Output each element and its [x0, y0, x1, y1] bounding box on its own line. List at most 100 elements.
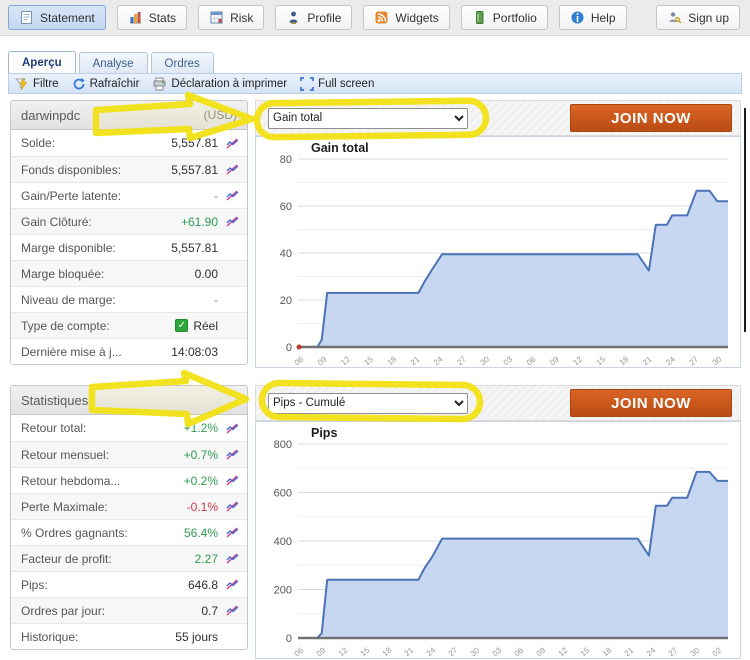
join-now-button-bottom[interactable]: JOIN NOW: [570, 389, 732, 417]
row-value: 5,557.81: [171, 136, 218, 150]
svg-text:30: 30: [469, 645, 482, 658]
sparkline-chart-icon[interactable]: [224, 475, 241, 486]
row-label: Marge disponible:: [21, 241, 171, 255]
panel-row: Facteur de profit:2.27: [11, 545, 247, 571]
refresh-button[interactable]: Rafraîchir: [72, 77, 140, 91]
pips-chart-metric-select[interactable]: Pips - Cumulé: [268, 393, 468, 414]
svg-text:12: 12: [571, 354, 584, 367]
filter-button[interactable]: Filtre: [15, 77, 59, 91]
svg-text:27: 27: [455, 354, 468, 367]
svg-text:02: 02: [711, 645, 724, 658]
tab-label: Ordres: [165, 58, 200, 70]
svg-text:24: 24: [664, 354, 677, 367]
tab-apercu[interactable]: Aperçu: [8, 51, 76, 74]
tab-analyse[interactable]: Analyse: [79, 52, 148, 74]
sparkline-chart-icon[interactable]: [224, 605, 241, 616]
svg-text:15: 15: [579, 645, 592, 658]
svg-text:24: 24: [425, 645, 438, 658]
nav-button-portfolio[interactable]: Portfolio: [461, 5, 548, 30]
row-value: +61.90: [181, 215, 218, 229]
svg-text:21: 21: [403, 645, 416, 658]
scrollbar[interactable]: [744, 108, 746, 332]
join-now-button-top[interactable]: JOIN NOW: [570, 104, 732, 132]
tool-label: Full screen: [318, 78, 374, 90]
account-currency: (USD): [204, 108, 237, 122]
tab-ordres[interactable]: Ordres: [151, 52, 214, 74]
sparkline-chart-icon[interactable]: [224, 579, 241, 590]
sparkline-chart-icon[interactable]: [224, 423, 241, 434]
signup-icon: [667, 10, 682, 25]
svg-text:21: 21: [623, 645, 636, 658]
statistics-panel-header: Statistiques: [11, 386, 247, 415]
nav-button-label: Help: [591, 11, 616, 25]
nav-button-help[interactable]: Help: [559, 5, 627, 30]
row-value: 14:08:03: [171, 345, 218, 359]
row-label: Historique:: [21, 630, 175, 644]
panel-row: Solde:5,557.81: [11, 130, 247, 156]
row-value: -0.1%: [187, 500, 218, 514]
row-label: Ordres par jour:: [21, 604, 201, 618]
pips-chart-section-header: Pips - Cumulé JOIN NOW: [255, 385, 741, 421]
svg-text:06: 06: [525, 354, 538, 367]
nav-button-stats[interactable]: Stats: [117, 5, 187, 30]
row-label: Perte Maximale:: [21, 500, 187, 514]
sparkline-chart-icon[interactable]: [224, 164, 241, 175]
gain-total-area-chart: 020406080Gain total060912151821242730030…: [256, 137, 740, 367]
row-value: Réel: [193, 319, 218, 333]
row-label: Dernière mise à j...: [21, 345, 171, 359]
panel-row: Marge bloquée:0.00: [11, 260, 247, 286]
sparkline-chart-icon[interactable]: [224, 527, 241, 538]
row-label: Marge bloquée:: [21, 267, 195, 281]
svg-text:30: 30: [711, 354, 724, 367]
nav-button-risk[interactable]: Risk: [198, 5, 264, 30]
sparkline-chart-icon[interactable]: [224, 216, 241, 227]
checked-checkbox-icon: ✓: [175, 319, 188, 332]
svg-text:20: 20: [280, 295, 292, 307]
row-label: Type de compte:: [21, 319, 175, 333]
svg-text:80: 80: [280, 154, 292, 166]
svg-text:24: 24: [432, 354, 445, 367]
svg-text:09: 09: [535, 645, 548, 658]
row-label: Facteur de profit:: [21, 552, 195, 566]
nav-button-label: Stats: [149, 11, 176, 25]
statistics-title: Statistiques: [21, 393, 88, 408]
panel-row: Pips:646.8: [11, 571, 247, 597]
tool-label: Rafraîchir: [90, 78, 140, 90]
svg-text:15: 15: [595, 354, 608, 367]
sparkline-chart-icon[interactable]: [224, 449, 241, 460]
nav-button-sign-up[interactable]: Sign up: [656, 5, 740, 30]
widgets-icon: [374, 10, 389, 25]
svg-text:200: 200: [274, 585, 292, 597]
sparkline-chart-icon[interactable]: [224, 138, 241, 149]
nav-button-widgets[interactable]: Widgets: [363, 5, 449, 30]
nav-button-label: Statement: [40, 11, 95, 25]
nav-button-label: Profile: [307, 11, 341, 25]
svg-text:09: 09: [548, 354, 561, 367]
nav-button-statement[interactable]: Statement: [8, 5, 106, 30]
svg-text:Pips: Pips: [311, 426, 337, 440]
svg-text:15: 15: [359, 645, 372, 658]
panel-row: Gain Clôturé:+61.90: [11, 208, 247, 234]
fullscreen-icon: [300, 77, 314, 91]
gain-chart-metric-select[interactable]: Gain total: [268, 108, 468, 129]
sparkline-chart-icon[interactable]: [224, 553, 241, 564]
sparkline-chart-icon[interactable]: [224, 501, 241, 512]
portfolio-icon: [472, 10, 487, 25]
row-label: Solde:: [21, 136, 171, 150]
panel-row: Fonds disponibles:5,557.81: [11, 156, 247, 182]
print-statement-button[interactable]: Déclaration à imprimer: [152, 77, 287, 91]
statistics-rows: Retour total:+1.2%Retour mensuel:+0.7%Re…: [11, 415, 247, 649]
row-label: Pips:: [21, 578, 188, 592]
row-value: 646.8: [188, 578, 218, 592]
row-value: 5,557.81: [171, 241, 218, 255]
sparkline-chart-icon[interactable]: [224, 190, 241, 201]
svg-text:06: 06: [293, 645, 306, 658]
row-label: % Ordres gagnants:: [21, 526, 184, 540]
nav-button-profile[interactable]: Profile: [275, 5, 352, 30]
svg-text:27: 27: [447, 645, 460, 658]
account-name: darwinpdc: [21, 108, 80, 123]
svg-text:21: 21: [641, 354, 654, 367]
fullscreen-button[interactable]: Full screen: [300, 77, 374, 91]
row-value: +0.2%: [184, 474, 218, 488]
panel-row: Perte Maximale:-0.1%: [11, 493, 247, 519]
